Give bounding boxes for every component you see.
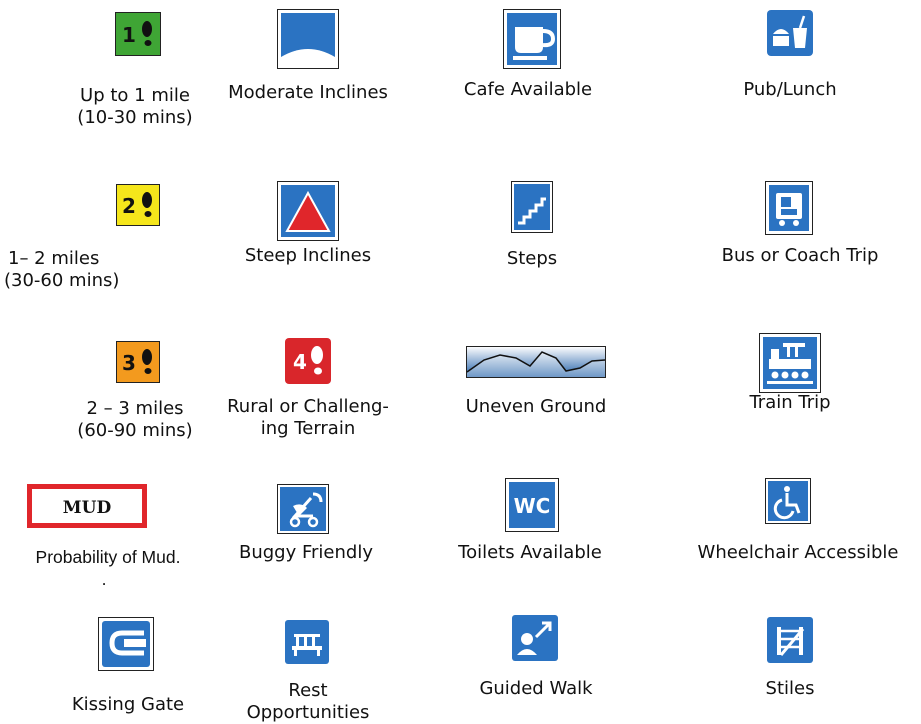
distance-3-badge: 3 [122,351,136,375]
uneven-ground-label: Uneven Ground [465,396,607,417]
distance-1-badge: 1 [122,23,136,47]
rural-badge: 4 [293,350,307,374]
steps-label: Steps [506,248,558,269]
wheelchair-icon [765,478,811,524]
distance-3-miles-icon: 3 [116,341,160,383]
mud-dot: . [101,569,107,589]
mud-sign-icon: MUD [27,484,147,528]
steep-inclines-label: Steep Inclines [244,245,372,266]
bus-coach-label: Bus or Coach Trip [721,245,879,266]
toilets-wc-icon: WC [505,478,559,532]
distance-1-mile-icon: 1 [115,12,161,56]
train-trip-icon [759,333,821,393]
distance-2-label: 1– 2 miles (30-60 mins) [4,248,120,291]
distance-2-badge: 2 [122,194,136,218]
distance-2-miles-icon: 2 [116,184,160,226]
uneven-ground-icon [466,346,606,378]
toilets-label: Toilets Available [458,542,602,563]
rural-terrain-label: Rural or Challeng- ing Terrain [227,396,389,439]
rest-label: Rest Opportunities [246,680,370,723]
mud-label: Probability of Mud. . [0,546,216,590]
steps-icon [511,181,553,233]
kissing-gate-icon [98,617,154,671]
guided-walk-label: Guided Walk [479,678,593,699]
pub-lunch-label: Pub/Lunch [743,79,837,100]
moderate-inclines-label: Moderate Inclines [228,82,388,103]
pub-lunch-icon [767,10,813,56]
cafe-label: Cafe Available [463,79,593,100]
wheelchair-label: Wheelchair Accessible [697,542,899,563]
rural-terrain-icon: 4 [285,338,331,384]
moderate-incline-icon [277,9,339,69]
stiles-label: Stiles [765,678,815,699]
kissing-gate-label: Kissing Gate [71,694,185,715]
stiles-icon [767,617,813,663]
wc-sign-text: WC [514,494,551,518]
buggy-label: Buggy Friendly [239,542,373,563]
guided-walk-icon [512,615,558,661]
bus-coach-icon [765,181,813,235]
rest-bench-icon [285,620,329,664]
steep-incline-icon [277,181,339,241]
buggy-icon [277,484,329,534]
mud-sign-text: MUD [63,498,112,518]
train-trip-label: Train Trip [749,392,831,413]
cafe-cup-icon [503,9,561,69]
